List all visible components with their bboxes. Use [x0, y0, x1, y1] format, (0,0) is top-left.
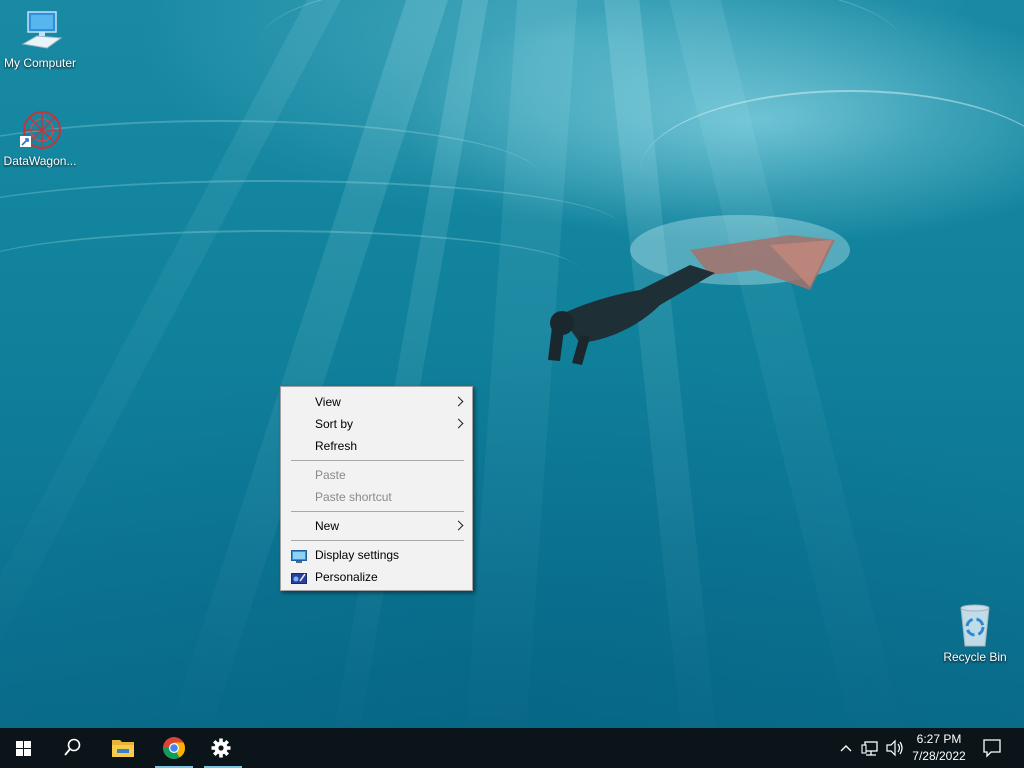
menu-item-paste-shortcut: Paste shortcut [283, 486, 470, 508]
desktop-context-menu: View Sort by Refresh Paste Paste shortcu… [280, 386, 473, 591]
water-ripple [0, 230, 580, 312]
menu-separator [291, 511, 464, 512]
chevron-right-icon [453, 520, 464, 531]
desktop-background[interactable]: My Computer DataWagon... Recycle Bin Vie… [0, 0, 1024, 728]
action-center-button[interactable] [979, 728, 1005, 768]
taskbar: 6:27 PM 7/28/2022 [0, 728, 1024, 768]
settings-button[interactable] [200, 728, 246, 768]
desktop-icon-label: DataWagon... [3, 154, 77, 168]
show-hidden-icons-button[interactable] [836, 728, 856, 768]
gear-icon [211, 738, 231, 758]
menu-item-refresh[interactable]: Refresh [283, 435, 470, 457]
chevron-up-icon [840, 745, 852, 752]
chevron-right-icon [453, 396, 464, 407]
desktop-icon-label: Recycle Bin [943, 650, 1007, 664]
chevron-right-icon [453, 418, 464, 429]
volume-button[interactable] [884, 728, 906, 768]
clock-time: 6:27 PM [916, 732, 962, 746]
display-settings-icon [291, 548, 307, 563]
chrome-icon [163, 737, 185, 759]
desktop-icon-label: My Computer [3, 56, 77, 70]
desktop-icon-recycle-bin[interactable]: Recycle Bin [935, 602, 1015, 664]
menu-item-paste: Paste [283, 464, 470, 486]
menu-item-new[interactable]: New [283, 515, 470, 537]
network-button[interactable] [860, 728, 882, 768]
chrome-button[interactable] [151, 728, 197, 768]
windows-logo-icon [16, 741, 31, 756]
menu-item-label: Personalize [315, 570, 378, 584]
desktop-icon-datawagon[interactable]: DataWagon... [0, 106, 80, 168]
desktop-icon-my-computer[interactable]: My Computer [0, 8, 80, 70]
menu-item-personalize[interactable]: Personalize [283, 566, 470, 588]
search-icon [64, 738, 81, 756]
menu-item-label: Refresh [315, 439, 358, 453]
folder-icon [112, 740, 134, 757]
menu-separator [291, 540, 464, 541]
menu-item-display-settings[interactable]: Display settings [283, 544, 470, 566]
menu-item-label: Display settings [315, 548, 400, 562]
search-button[interactable] [49, 728, 95, 768]
recycle-bin-icon [952, 602, 998, 648]
menu-item-label: Paste [315, 468, 346, 482]
menu-item-label: Sort by [315, 417, 354, 431]
start-button[interactable] [0, 728, 46, 768]
menu-item-label: Paste shortcut [315, 490, 392, 504]
menu-item-label: New [315, 519, 340, 533]
personalize-icon [291, 570, 307, 584]
notification-icon [983, 739, 1001, 758]
menu-item-sort-by[interactable]: Sort by [283, 413, 470, 435]
clock-date: 7/28/2022 [912, 749, 966, 763]
file-explorer-button[interactable] [100, 728, 146, 768]
menu-separator [291, 460, 464, 461]
clock[interactable]: 6:27 PM 7/28/2022 [906, 731, 972, 765]
datawagon-shortcut-icon [17, 106, 63, 152]
menu-item-view[interactable]: View [283, 391, 470, 413]
monitor-icon [17, 8, 63, 54]
network-icon [861, 741, 878, 756]
diver-silhouette [548, 215, 850, 365]
volume-icon [886, 739, 903, 757]
menu-item-label: View [315, 395, 341, 409]
